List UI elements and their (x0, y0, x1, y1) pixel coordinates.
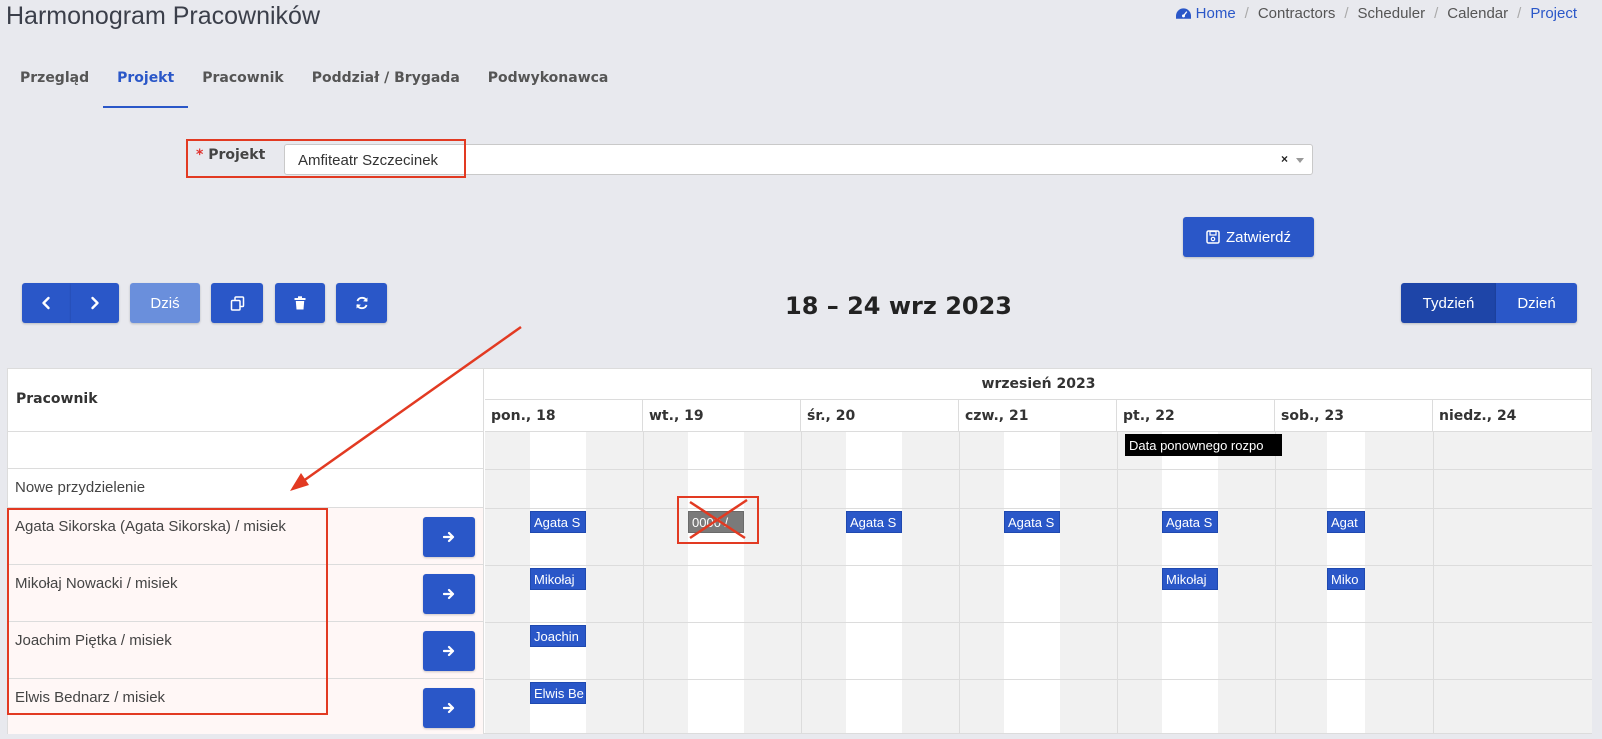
event-restart-date[interactable]: Data ponownego rozpo (1125, 434, 1282, 456)
chevron-left-icon (42, 296, 50, 310)
day-header: pt., 22 (1117, 400, 1275, 432)
copy-button[interactable] (211, 283, 263, 323)
resource-row-new: Nowe przydzielenie (8, 469, 483, 508)
arrow-right-icon (443, 588, 455, 600)
refresh-icon (355, 296, 368, 310)
event-mikolaj[interactable]: Mikołaj (530, 568, 586, 590)
nav-group (22, 283, 119, 323)
event-mikolaj[interactable]: Miko (1327, 568, 1365, 590)
day-header: sob., 23 (1275, 400, 1433, 432)
chevron-right-icon (91, 296, 99, 310)
assign-worker-button[interactable] (423, 688, 475, 728)
dashboard-icon (1175, 7, 1191, 19)
event-agata[interactable]: Agata S (530, 511, 586, 533)
tab-worker[interactable]: Pracownik (188, 60, 298, 108)
week-view-button[interactable]: Tydzień (1401, 283, 1496, 323)
copy-icon (230, 295, 244, 311)
resource-header: Pracownik (8, 369, 483, 432)
event-agata[interactable]: Agat (1327, 511, 1365, 533)
delete-button[interactable] (275, 283, 325, 323)
tab-bar: Przegląd Projekt Pracownik Poddział / Br… (6, 60, 622, 108)
prev-button[interactable] (22, 283, 71, 323)
view-toggle: Tydzień Dzień (1401, 283, 1577, 323)
arrow-right-icon (443, 531, 455, 543)
breadcrumb-project[interactable]: Project (1530, 5, 1577, 22)
breadcrumb-home[interactable]: Home (1196, 5, 1236, 22)
day-view-button[interactable]: Dzień (1496, 283, 1577, 323)
confirm-button[interactable]: Zatwierdź (1183, 217, 1314, 257)
clear-icon[interactable]: × (1281, 152, 1288, 166)
breadcrumb-calendar[interactable]: Calendar (1447, 5, 1508, 22)
day-header: czw., 21 (959, 400, 1117, 432)
save-icon (1206, 230, 1220, 244)
breadcrumb-scheduler[interactable]: Scheduler (1358, 5, 1426, 22)
assign-worker-button[interactable] (423, 574, 475, 614)
tab-project[interactable]: Projekt (103, 60, 189, 108)
assign-worker-button[interactable] (423, 517, 475, 557)
tab-brigade[interactable]: Poddział / Brygada (298, 60, 474, 108)
trash-icon (294, 296, 306, 310)
event-joachim[interactable]: Joachin (530, 625, 586, 647)
event-agata[interactable]: Agata S (1162, 511, 1218, 533)
event-elwis[interactable]: Elwis Be (530, 682, 586, 704)
breadcrumb-contractors[interactable]: Contractors (1258, 5, 1336, 22)
breadcrumb: Home / Contractors / Scheduler / Calenda… (1175, 5, 1577, 22)
cancel-highlight-annotation (677, 496, 759, 544)
event-mikolaj[interactable]: Mikołaj (1162, 568, 1218, 590)
day-header: niedz., 24 (1433, 400, 1592, 432)
assign-worker-button[interactable] (423, 631, 475, 671)
tab-subcontractor[interactable]: Podwykonawca (474, 60, 623, 108)
workers-highlight-annotation (7, 508, 328, 715)
day-header: wt., 19 (643, 400, 801, 432)
event-agata[interactable]: Agata S (846, 511, 902, 533)
project-highlight-annotation (186, 139, 466, 178)
arrow-right-icon (443, 702, 455, 714)
page-title: Harmonogram Pracowników (6, 2, 321, 30)
event-agata[interactable]: Agata S (1004, 511, 1060, 533)
today-button[interactable]: Dziś (130, 283, 200, 323)
day-header: pon., 18 (485, 400, 643, 432)
month-header: wrzesień 2023 (485, 369, 1592, 400)
tab-overview[interactable]: Przegląd (6, 60, 103, 108)
resource-row-empty (8, 432, 483, 469)
arrow-right-icon (443, 645, 455, 657)
chevron-down-icon[interactable] (1296, 158, 1304, 163)
refresh-button[interactable] (336, 283, 387, 323)
day-header: śr., 20 (801, 400, 959, 432)
date-range-title: 18 – 24 wrz 2023 (785, 292, 1012, 320)
next-button[interactable] (70, 283, 119, 323)
timeline: wrzesień 2023 pon., 18 wt., 19 śr., 20 c… (485, 369, 1592, 733)
